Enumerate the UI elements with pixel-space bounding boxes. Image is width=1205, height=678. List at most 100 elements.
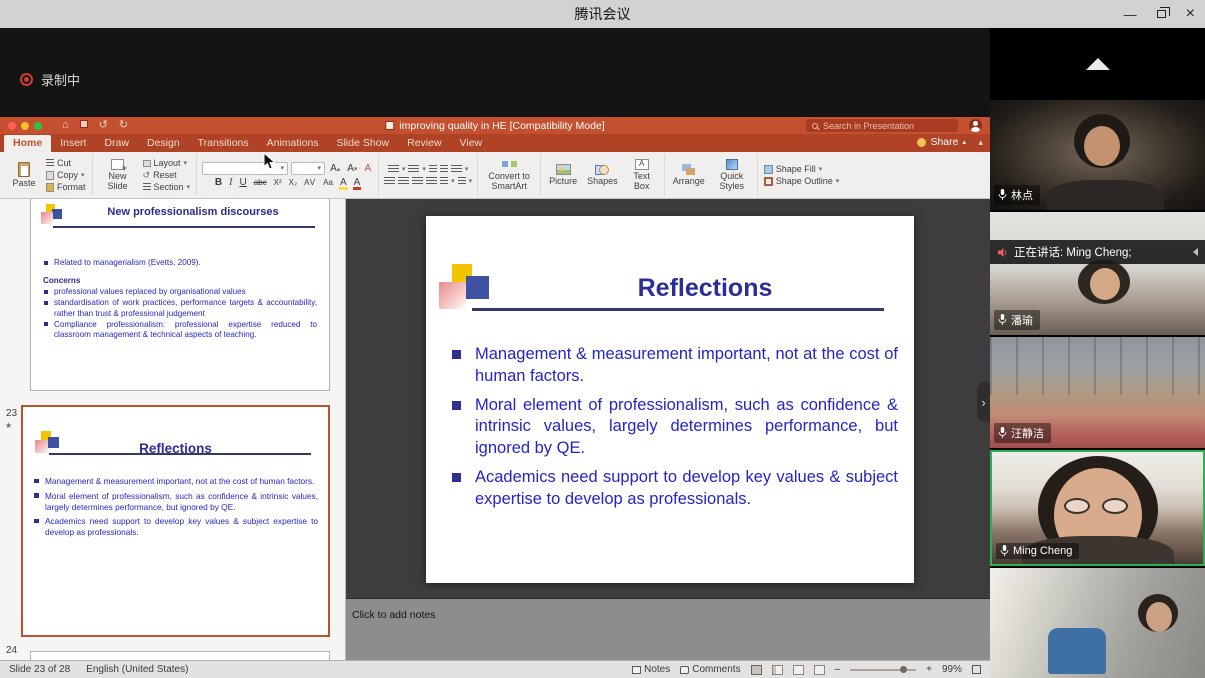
tab-draw[interactable]: Draw — [95, 135, 138, 152]
normal-view-button[interactable] — [751, 665, 762, 675]
zoom-percent[interactable]: 99% — [942, 664, 962, 675]
convert-smartart-button[interactable]: Convert to SmartArt — [483, 158, 535, 193]
share-button[interactable]: Share ▴ — [917, 136, 966, 148]
tab-slide-show[interactable]: Slide Show — [328, 135, 399, 152]
columns-button[interactable] — [440, 177, 448, 186]
font-name-combo[interactable]: ▾ — [202, 162, 288, 175]
picture-button[interactable]: Picture — [546, 163, 580, 188]
text-box-button[interactable]: A Text Box — [625, 158, 659, 193]
tab-transitions[interactable]: Transitions — [189, 135, 258, 152]
video-tile-participant-3[interactable]: 汪静洁 — [990, 337, 1205, 448]
shape-outline-button[interactable]: Shape Outline▾ — [763, 176, 841, 186]
text-direction-button[interactable] — [458, 177, 466, 186]
slide-title-textbox[interactable]: Reflections — [506, 274, 904, 303]
undo-icon[interactable]: ↺ — [99, 120, 108, 131]
text-highlight-button[interactable]: A — [338, 178, 349, 188]
align-left-button[interactable] — [384, 177, 395, 186]
align-right-button[interactable] — [412, 177, 423, 186]
restore-icon[interactable] — [1157, 10, 1166, 18]
tab-animations[interactable]: Animations — [258, 135, 328, 152]
tab-insert[interactable]: Insert — [51, 135, 95, 152]
layout-button[interactable]: Layout▾ — [142, 158, 192, 168]
zoom-slider[interactable] — [850, 669, 916, 671]
change-case-button[interactable]: Aa — [321, 179, 335, 187]
font-color-button[interactable]: A — [352, 178, 363, 188]
home-icon[interactable]: ⌂ — [62, 120, 69, 131]
close-icon[interactable]: × — [1186, 6, 1195, 22]
mic-icon — [998, 427, 1007, 439]
comments-toggle[interactable]: Comments — [680, 664, 740, 675]
current-slide-canvas[interactable]: Reflections Management & measurement imp… — [426, 216, 914, 583]
character-spacing-button[interactable]: AV — [302, 179, 318, 187]
language-indicator[interactable]: English (United States) — [86, 664, 188, 675]
paste-button[interactable]: Paste — [7, 161, 41, 190]
arrange-button[interactable]: Arrange — [670, 163, 708, 188]
strikethrough-button[interactable]: abc — [252, 179, 269, 187]
tab-review[interactable]: Review — [398, 135, 450, 152]
reset-button[interactable]: ↺Reset — [142, 170, 192, 180]
sidebar-collapse-button[interactable] — [990, 28, 1205, 100]
quick-styles-button[interactable]: Quick Styles — [712, 158, 752, 193]
clear-formatting-button[interactable]: A — [362, 164, 373, 174]
section-button[interactable]: Section▾ — [142, 182, 192, 192]
superscript-button[interactable]: X² — [272, 179, 284, 187]
slide-bullet[interactable]: Management & measurement important, not … — [448, 344, 898, 388]
tab-home[interactable]: Home — [4, 135, 51, 152]
zoom-slider-thumb[interactable] — [900, 666, 907, 673]
slide-23-bullet: Management & measurement important, not … — [33, 476, 318, 487]
subscript-button[interactable]: X₂ — [287, 179, 299, 187]
decrease-indent-button[interactable] — [429, 165, 437, 174]
notes-pane[interactable]: Click to add notes — [346, 598, 990, 660]
increase-indent-button[interactable] — [440, 165, 448, 174]
search-input[interactable]: Search in Presentation — [806, 119, 958, 132]
zoom-out-button[interactable]: – — [835, 664, 841, 675]
zoom-traffic-icon[interactable] — [34, 122, 42, 130]
redo-icon[interactable]: ↻ — [119, 120, 128, 131]
shapes-button[interactable]: Shapes — [584, 163, 621, 188]
save-icon[interactable] — [80, 120, 88, 128]
slide-22-thumbnail[interactable]: New professionalism discourses Related t… — [30, 199, 330, 391]
notes-toggle[interactable]: Notes — [632, 664, 670, 675]
ribbon-collapse-icon[interactable]: ▴ — [978, 137, 983, 148]
video-tile-participant-5[interactable] — [990, 568, 1205, 678]
tab-design[interactable]: Design — [138, 135, 189, 152]
slide-24-thumbnail[interactable] — [30, 651, 330, 660]
video-tile-active-speaker[interactable]: Ming Cheng — [990, 450, 1205, 566]
slide-sorter-view-button[interactable] — [772, 665, 783, 675]
underline-button[interactable]: U — [237, 178, 248, 188]
shape-fill-button[interactable]: Shape Fill▾ — [763, 164, 841, 174]
format-painter-button[interactable]: Format — [45, 182, 87, 192]
bold-button[interactable]: B — [213, 178, 224, 188]
minimize-icon[interactable]: — — [1124, 8, 1137, 21]
shapes-icon — [595, 164, 609, 175]
slide-bullet[interactable]: Moral element of professionalism, such a… — [448, 395, 898, 460]
slideshow-view-button[interactable] — [814, 665, 825, 675]
fit-to-window-button[interactable] — [972, 665, 981, 674]
slide-body-textbox[interactable]: Management & measurement important, not … — [448, 344, 898, 517]
align-center-button[interactable] — [398, 177, 409, 186]
account-icon[interactable] — [969, 119, 982, 132]
numbering-button[interactable] — [408, 165, 419, 174]
ribbon-tab-strip: Home Insert Draw Design Transitions Anim… — [0, 134, 990, 152]
zoom-in-button[interactable]: + — [926, 664, 932, 675]
shrink-font-button[interactable]: A▾ — [345, 164, 359, 174]
title-underline — [49, 453, 311, 455]
grow-font-button[interactable]: A▴ — [328, 164, 342, 174]
video-tile-participant-2[interactable]: 潘瑜 — [990, 212, 1205, 335]
minimize-traffic-icon[interactable] — [21, 122, 29, 130]
tab-view[interactable]: View — [451, 135, 492, 152]
italic-button[interactable]: I — [227, 178, 234, 188]
line-spacing-button[interactable] — [451, 165, 462, 174]
slide-23-thumbnail-selected[interactable]: Reflections Management & measurement imp… — [21, 405, 330, 637]
sidebar-collapse-handle[interactable]: › — [977, 382, 990, 422]
bullets-button[interactable] — [388, 165, 399, 174]
new-slide-button[interactable]: New Slide — [98, 158, 138, 193]
close-traffic-icon[interactable] — [8, 122, 16, 130]
video-tile-participant-1[interactable]: 林点 — [990, 100, 1205, 210]
reading-view-button[interactable] — [793, 665, 804, 675]
slide-bullet[interactable]: Academics need support to develop key va… — [448, 467, 898, 511]
justify-button[interactable] — [426, 177, 437, 186]
cut-button[interactable]: Cut — [45, 158, 87, 168]
copy-button[interactable]: Copy▾ — [45, 170, 87, 180]
font-size-combo[interactable]: ▾ — [291, 162, 325, 175]
